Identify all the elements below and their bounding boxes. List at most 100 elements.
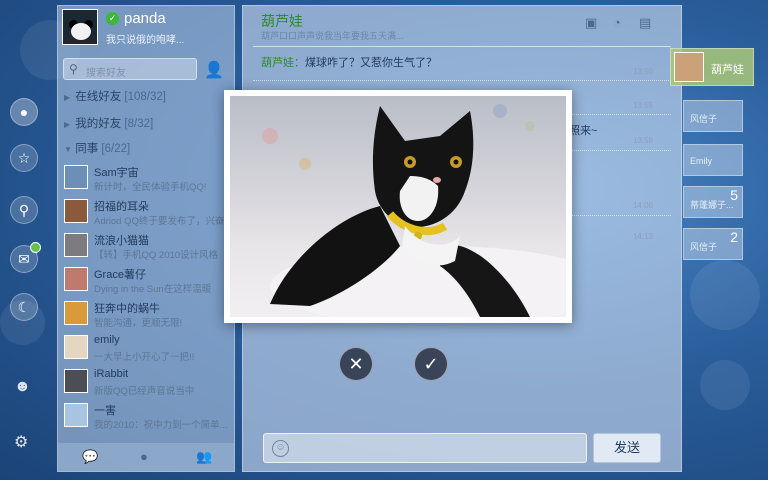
contact-avatar [64, 335, 88, 359]
contact-message: 一大早上小开心了一把!! [94, 352, 195, 363]
list-item[interactable]: 狂奔中的蜗牛 智能沟通，更顺无限! [62, 299, 234, 333]
message-sender: 葫芦娃： [261, 57, 305, 69]
list-item[interactable]: emily 一大早上小开心了一把!! [62, 333, 234, 367]
add-friend-icon[interactable]: 👤 [204, 60, 224, 80]
message-text: 照来~ [569, 125, 598, 137]
cat-photo [230, 96, 566, 317]
search-icon: ⚲ [69, 62, 78, 76]
chevron-right-icon: ▶ [64, 93, 71, 102]
message-time: 14:06 [632, 201, 653, 210]
contact-avatar [64, 267, 88, 291]
list-item[interactable]: Sam宇宙 新计时，全民体验手机QQ! [62, 163, 234, 197]
message-time: 13:58 [632, 136, 653, 145]
group-my-friends[interactable]: ▶ 我的好友 [8/32] [58, 113, 236, 135]
avatar[interactable] [62, 9, 98, 45]
contact-message: 【转】手机QQ 2010设计风格 [94, 250, 219, 261]
image-icon[interactable]: ▣ [585, 15, 597, 31]
message-input[interactable]: ☺ [263, 433, 587, 463]
divider [253, 46, 671, 47]
contact-name: 流浪小猫猫 [94, 235, 149, 247]
message-time: 13:50 [632, 67, 653, 76]
cancel-button[interactable]: ✕ [339, 347, 373, 381]
divider [253, 80, 671, 81]
session-item[interactable]: 风信子 2 [683, 228, 743, 260]
chevron-right-icon: ▶ [64, 120, 71, 129]
confirm-button[interactable]: ✓ [414, 347, 448, 381]
search-placeholder: 搜索好友 [86, 68, 126, 79]
group-users-icon[interactable]: 👥 [196, 449, 212, 465]
moon-icon[interactable]: ☾ [10, 293, 38, 321]
photo-preview [224, 90, 572, 323]
contact-avatar [64, 369, 88, 393]
message-time: 14:13 [632, 232, 653, 241]
contact-name: 招福的耳朵 [94, 201, 149, 213]
contact-name: 一害 [94, 405, 116, 417]
user-status-icon[interactable]: ☻ [14, 378, 31, 396]
session-name: 葫芦娃 [711, 64, 744, 76]
contact-name: Sam宇宙 [94, 167, 139, 179]
info-card-icon[interactable]: ▤ [639, 15, 651, 31]
unread-count: 5 [730, 187, 738, 203]
contacts-footer: 💬 ● 👥 [58, 443, 234, 471]
contact-name: Grace薯仔 [94, 269, 146, 281]
bokeh-light [700, 360, 750, 410]
gear-icon[interactable]: ⚙ [14, 432, 28, 452]
group-count: [108/32] [124, 91, 166, 103]
qq-penguin-icon[interactable]: ● [10, 98, 38, 126]
signature[interactable]: 我只说俄的咆哮... [106, 31, 184, 46]
contact-message: 我的2010：祝中力到一个简单... [94, 420, 228, 431]
qq-penguin-icon[interactable]: ● [140, 449, 148, 464]
group-label: 我的好友 [75, 118, 122, 130]
session-item[interactable]: 蒂蓬娜子... 5 [683, 186, 743, 218]
group-label: 同事 [75, 143, 99, 155]
online-status-icon[interactable]: ✓ [106, 12, 119, 25]
group-count: [8/32] [124, 118, 154, 130]
cat-illustration [262, 104, 566, 317]
contact-message: Adriod QQ终于要发布了，兴奋... [94, 216, 233, 227]
chat-message: 照来~ [569, 122, 597, 138]
chat-subtitle: 葫芦口口声声说我当年要我五天满... [261, 31, 404, 41]
list-item[interactable]: Grace薯仔 Dying in the Sun在这样温暖 [62, 265, 234, 299]
emoji-icon[interactable]: ☺ [272, 440, 289, 457]
group-label: 在线好友 [75, 91, 122, 103]
bokeh-light [690, 260, 760, 330]
group-count: [6/22] [101, 143, 131, 155]
list-item[interactable]: iRabbit 新版QQ已经声音说当中 [62, 367, 234, 401]
search-circle-icon[interactable]: ⚲ [10, 196, 38, 224]
session-item[interactable]: Emily [683, 144, 743, 176]
message-icon[interactable]: ✉ [10, 242, 41, 273]
session-item[interactable]: 风信子 [683, 100, 743, 132]
message-time: 13:55 [632, 101, 653, 110]
group-colleagues[interactable]: ▼ 同事 [6/22] [58, 138, 236, 160]
contact-name: emily [94, 334, 120, 346]
contact-avatar [64, 165, 88, 189]
new-badge [30, 242, 41, 253]
nickname: panda [124, 10, 166, 27]
unread-count: 2 [730, 229, 738, 245]
chevron-down-icon: ▼ [64, 145, 72, 154]
contact-message: 新计时，全民体验手机QQ! [94, 182, 207, 193]
group-online[interactable]: ▶ 在线好友 [108/32] [58, 86, 236, 108]
left-rail: ● ☆ ⚲ ✉ ☾ ☻ ⚙ [0, 0, 52, 480]
profile-header: ✓ panda 我只说俄的咆哮... [58, 6, 234, 54]
list-item[interactable]: 流浪小猫猫 【转】手机QQ 2010设计风格 [62, 231, 234, 265]
contact-name: iRabbit [94, 368, 129, 380]
star-icon[interactable]: ☆ [10, 144, 38, 172]
session-name: 风信子 [690, 114, 718, 124]
history-icon[interactable]: ◔ [613, 15, 621, 30]
contact-message: 智能沟通，更顺无限! [94, 318, 183, 329]
session-item-active[interactable]: 葫芦娃 [670, 48, 754, 86]
session-name: 蒂蓬娜子... [690, 200, 734, 210]
list-item[interactable]: 招福的耳朵 Adriod QQ终于要发布了，兴奋... [62, 197, 234, 231]
chat-bubble-icon[interactable]: 💬 [82, 449, 98, 465]
contact-avatar [64, 199, 88, 223]
session-avatar [674, 52, 704, 82]
contact-message: 新版QQ已经声音说当中 [94, 386, 195, 397]
contact-name: 狂奔中的蜗牛 [94, 303, 160, 315]
contact-avatar [64, 233, 88, 257]
contact-avatar [64, 301, 88, 325]
send-button[interactable]: 发送 [593, 433, 661, 463]
search-box[interactable]: ⚲ 搜索好友 [63, 58, 197, 80]
list-item[interactable]: 一害 我的2010：祝中力到一个简单... [62, 401, 234, 435]
contacts-panel: ✓ panda 我只说俄的咆哮... ⚲ 搜索好友 👤 ▶ 在线好友 [108/… [57, 5, 235, 472]
